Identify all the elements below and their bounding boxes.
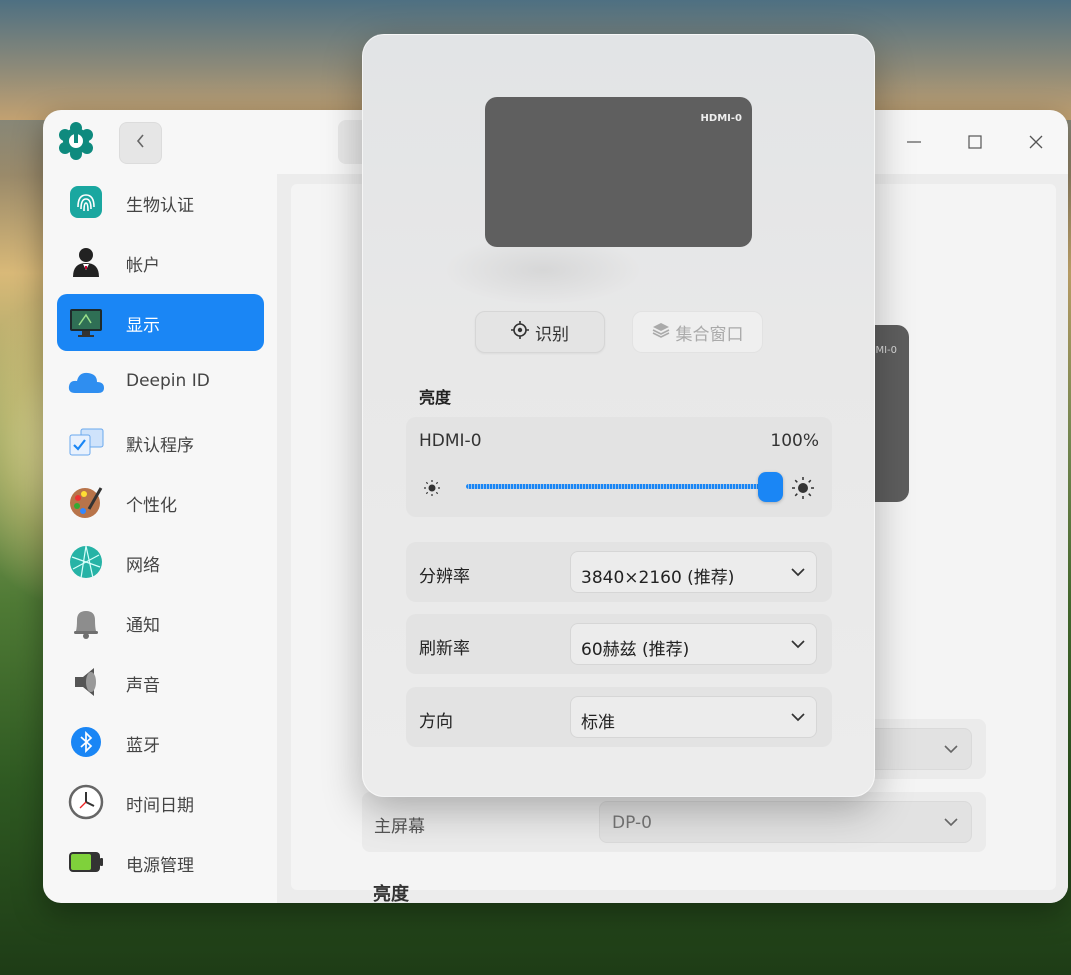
brightness-slider-thumb[interactable] (758, 472, 783, 502)
chevron-down-icon (790, 709, 806, 729)
identify-label: 识别 (535, 324, 569, 345)
back-button[interactable] (119, 122, 162, 164)
account-icon (67, 243, 105, 281)
sidebar: 生物认证 帐户 显示 Deepin ID 默认程序 个性化 网络 通知 声音 蓝… (43, 174, 277, 903)
palette-icon (67, 483, 105, 521)
identify-button[interactable]: 识别 (475, 311, 605, 353)
sidebar-item-label: 通知 (126, 616, 160, 636)
sidebar-item-label: 网络 (126, 556, 160, 576)
network-icon (67, 543, 105, 581)
sidebar-item-notification[interactable]: 通知 (57, 594, 264, 651)
sidebar-item-power[interactable]: 电源管理 (57, 834, 264, 891)
sidebar-item-label: 显示 (126, 316, 160, 336)
brightness-low-icon (423, 479, 441, 501)
display-settings-popup: HDMI-0 识别 集合窗口 亮度 HDMI-0 100% 分辨率 3840×2… (362, 34, 875, 797)
chevron-down-icon (790, 564, 806, 584)
brightness-monitor-name: HDMI-0 (419, 431, 482, 451)
refresh-rate-label: 刷新率 (419, 639, 470, 659)
crosshair-icon (511, 320, 529, 344)
resolution-label: 分辨率 (419, 567, 470, 587)
maximize-button[interactable] (961, 128, 989, 156)
monitor-preview[interactable]: HDMI-0 (485, 97, 752, 247)
chevron-down-icon (790, 636, 806, 656)
orientation-select[interactable]: 标准 (570, 696, 817, 738)
resolution-value: 3840×2160 (推荐) (581, 568, 735, 588)
layers-icon (652, 321, 670, 344)
sidebar-item-network[interactable]: 网络 (57, 534, 264, 591)
sidebar-item-label: 默认程序 (126, 436, 194, 456)
sidebar-item-display[interactable]: 显示 (57, 294, 264, 351)
app-logo-icon (57, 122, 95, 160)
brightness-card: HDMI-0 100% (406, 417, 832, 517)
chevron-down-icon (943, 741, 959, 761)
sidebar-item-default-apps[interactable]: 默认程序 (57, 414, 264, 471)
resolution-select[interactable]: 3840×2160 (推荐) (570, 551, 817, 593)
brightness-title: 亮度 (419, 388, 452, 407)
minimize-button[interactable] (900, 128, 928, 156)
brightness-high-icon (791, 476, 815, 504)
display-icon (67, 303, 105, 341)
cloud-icon (67, 363, 105, 401)
battery-icon (67, 843, 105, 881)
fingerprint-icon (67, 183, 105, 221)
sidebar-item-label: 蓝牙 (126, 736, 160, 756)
merge-label: 集合窗口 (675, 324, 744, 345)
sidebar-item-biometric[interactable]: 生物认证 (57, 174, 264, 231)
refresh-rate-select[interactable]: 60赫兹 (推荐) (570, 623, 817, 665)
clock-icon (67, 783, 105, 821)
bell-icon (67, 603, 105, 641)
sidebar-item-label: 时间日期 (126, 796, 194, 816)
default-apps-icon (67, 423, 105, 461)
refresh-rate-value: 60赫兹 (推荐) (581, 640, 690, 660)
orientation-value: 标准 (581, 713, 615, 733)
close-button[interactable] (1022, 128, 1050, 156)
chevron-left-icon (135, 133, 147, 153)
resolution-row: 分辨率 3840×2160 (推荐) (406, 542, 832, 602)
background-brightness-clip: 亮度 (362, 870, 662, 903)
sidebar-item-label: 电源管理 (126, 856, 194, 876)
brightness-slider-track[interactable] (466, 484, 771, 489)
speaker-icon (67, 663, 105, 701)
primary-screen-label: 主屏幕 (374, 817, 425, 837)
primary-screen-select[interactable]: DP-0 (599, 801, 972, 843)
sidebar-item-datetime[interactable]: 时间日期 (57, 774, 264, 831)
sidebar-item-label: 个性化 (126, 496, 177, 516)
sidebar-item-label: Deepin ID (126, 371, 210, 391)
sidebar-item-label: 生物认证 (126, 196, 194, 216)
chevron-down-icon (943, 814, 959, 834)
primary-screen-value: DP-0 (612, 813, 652, 833)
primary-screen-row: 主屏幕 DP-0 (362, 792, 986, 852)
sidebar-item-personalization[interactable]: 个性化 (57, 474, 264, 531)
sidebar-item-account[interactable]: 帐户 (57, 234, 264, 291)
orientation-label: 方向 (419, 712, 453, 732)
sidebar-item-deepin-id[interactable]: Deepin ID (57, 354, 264, 411)
background-brightness-title: 亮度 (373, 884, 409, 903)
merge-windows-button[interactable]: 集合窗口 (632, 311, 763, 353)
sidebar-item-label: 声音 (126, 676, 160, 696)
refresh-rate-row: 刷新率 60赫兹 (推荐) (406, 614, 832, 674)
sidebar-item-label: 帐户 (126, 256, 160, 276)
sidebar-item-sound[interactable]: 声音 (57, 654, 264, 711)
orientation-row: 方向 标准 (406, 687, 832, 747)
brightness-value: 100% (770, 431, 819, 451)
monitor-label: HDMI-0 (700, 113, 742, 124)
bluetooth-icon (67, 723, 105, 761)
sidebar-item-bluetooth[interactable]: 蓝牙 (57, 714, 264, 771)
